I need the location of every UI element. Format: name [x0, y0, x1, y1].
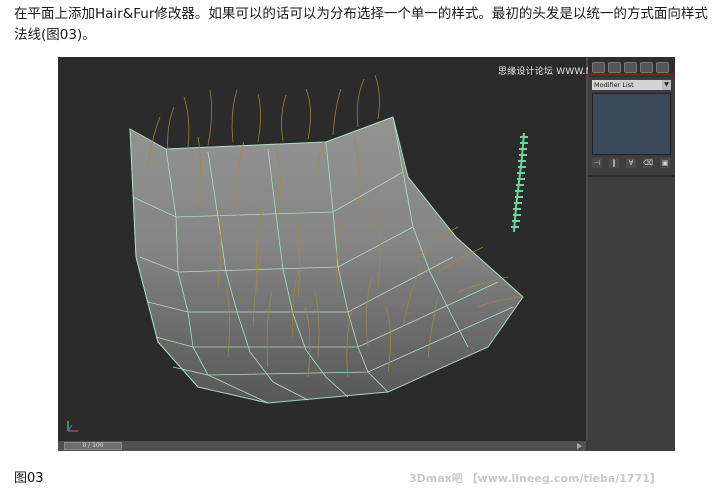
create-tab-icon[interactable]	[592, 62, 605, 73]
figure-caption: 图03	[14, 471, 44, 486]
modifier-stack[interactable]	[592, 93, 671, 155]
stack-buttons: ⊣ ‖ ∀ ⌫ ▣	[592, 158, 671, 170]
axis-gizmo-icon	[67, 421, 78, 432]
intro-paragraph: 在平面上添加Hair&Fur修改器。如果可以的话可以为分布选择一个单一的样式。最…	[14, 6, 708, 43]
hierarchy-tab-icon[interactable]	[624, 62, 637, 73]
configure-sets-icon[interactable]: ▣	[660, 158, 670, 168]
panel-divider	[588, 175, 675, 177]
show-end-result-icon[interactable]: ‖	[609, 158, 619, 168]
make-unique-icon[interactable]: ∀	[626, 158, 636, 168]
object-color-swatch[interactable]	[588, 73, 675, 76]
hair-plane	[129, 116, 524, 404]
display-tab-icon[interactable]	[656, 62, 669, 73]
command-panel-tabs	[588, 57, 675, 77]
site-watermark: 3Dmax吧 【www.lineeg.com/tieba/1771】	[409, 472, 661, 485]
remove-modifier-icon[interactable]: ⌫	[643, 158, 653, 168]
command-panel: Modifier List ▼ ⊣ ‖ ∀ ⌫ ▣	[588, 57, 675, 451]
modifier-list-dropdown[interactable]: Modifier List ▼	[592, 80, 671, 90]
modify-tab-icon[interactable]	[608, 62, 621, 73]
helix-object	[511, 132, 528, 233]
max-screenshot: 思缘设计论坛 WWW.MISSYUAN.COM 0 / 100 Modifier…	[58, 57, 675, 451]
next-frame-arrow-icon[interactable]	[577, 443, 582, 449]
time-slider-thumb[interactable]: 0 / 100	[64, 442, 122, 450]
modifier-list-label: Modifier List	[594, 81, 634, 89]
chevron-down-icon[interactable]: ▼	[662, 80, 671, 90]
motion-tab-icon[interactable]	[640, 62, 653, 73]
perspective-viewport[interactable]: 思缘设计论坛 WWW.MISSYUAN.COM	[58, 57, 659, 441]
viewport-scene	[67, 74, 528, 432]
pin-stack-icon[interactable]: ⊣	[592, 158, 602, 168]
time-slider[interactable]: 0 / 100	[58, 441, 586, 451]
